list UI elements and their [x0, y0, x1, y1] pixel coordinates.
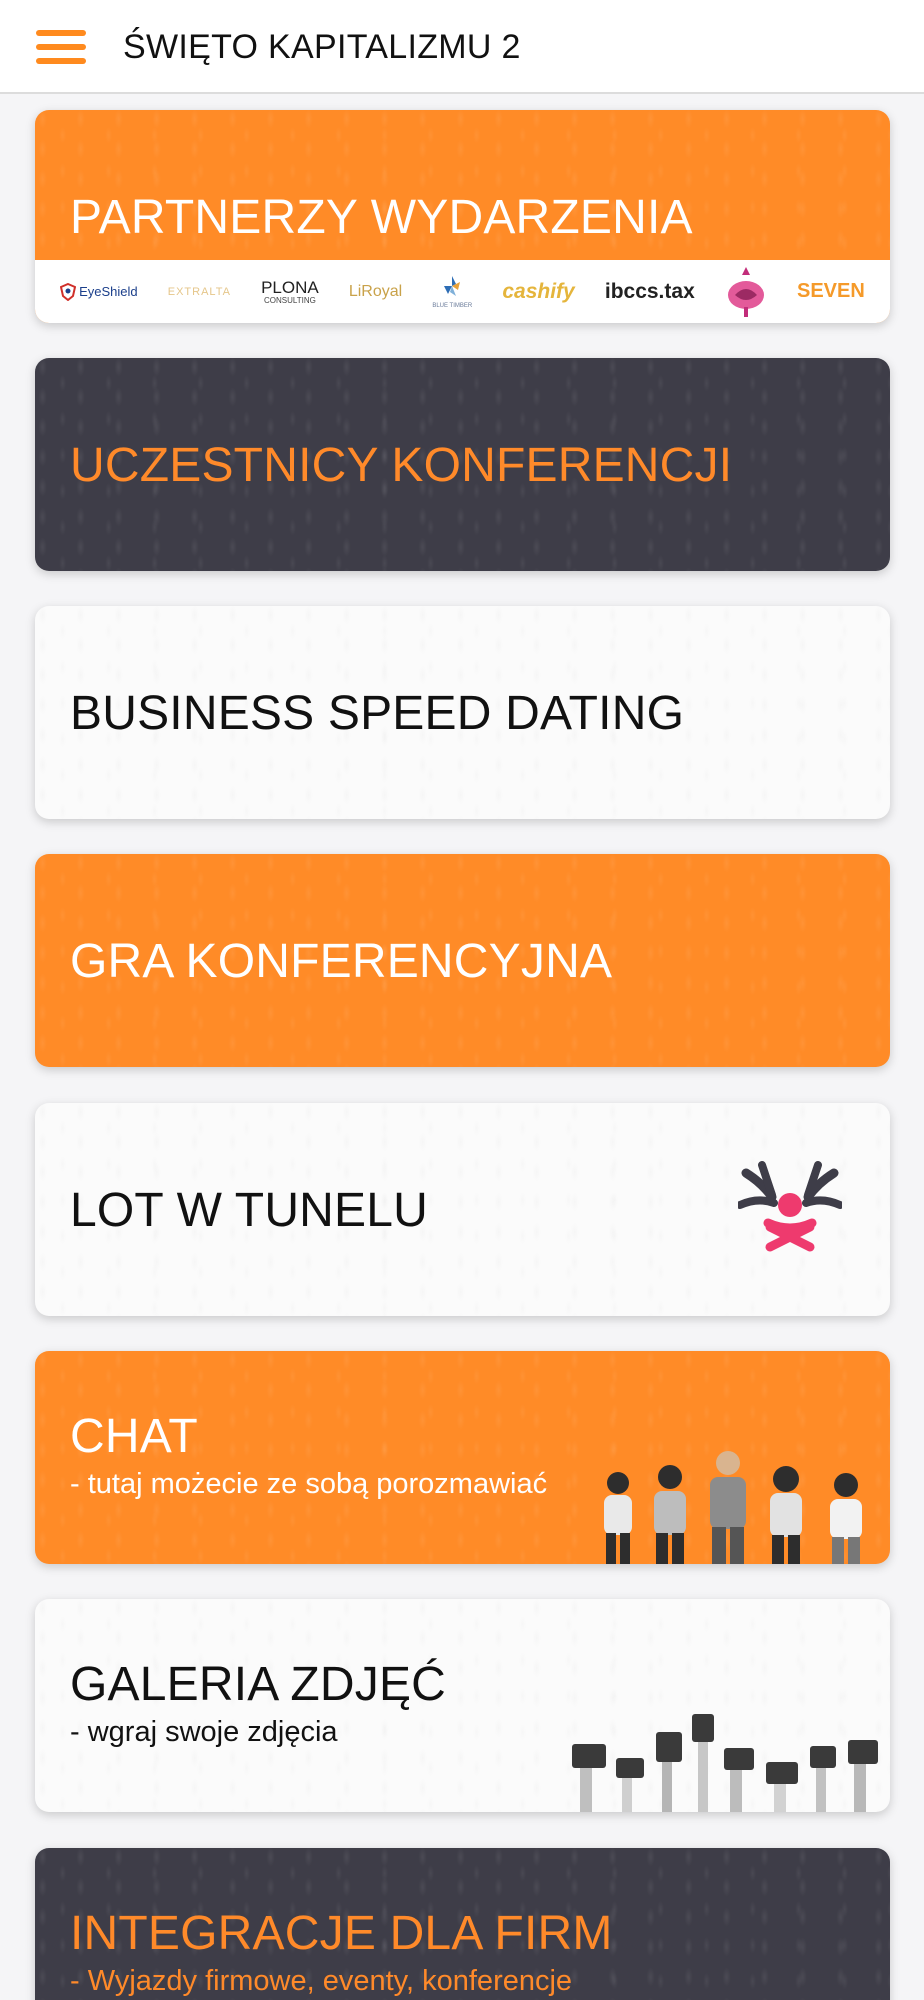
partner-logo-cashify: cashify	[502, 279, 575, 303]
speed-dating-card[interactable]: BUSINESS SPEED DATING	[35, 606, 890, 819]
photo-gallery-card[interactable]: GALERIA ZDJĘĆ - wgraj swoje zdjęcia	[35, 1599, 890, 1812]
company-integrations-card[interactable]: INTEGRACJE DLA FIRM - Wyjazdy firmowe, e…	[35, 1848, 890, 2000]
participants-card[interactable]: UCZESTNICY KONFERENCJI	[35, 358, 890, 571]
conference-game-card-title: GRA KONFERENCYJNA	[70, 935, 613, 988]
chat-card-subtitle: - tutaj możecie ze sobą porozmawiać	[70, 1468, 548, 1500]
partner-logo-seven: SEVEN	[797, 280, 865, 302]
speed-dating-card-title: BUSINESS SPEED DATING	[70, 687, 685, 740]
hands-with-cameras-image	[560, 1702, 890, 1812]
chat-card[interactable]: CHAT - tutaj możecie ze sobą porozmawiać	[35, 1351, 890, 1564]
partners-logo-strip: EyeShield EXTRALTA PLONA CONSULTING LiRo…	[35, 260, 890, 323]
partner-logo-ibccs: ibccs.tax	[604, 279, 695, 303]
company-integrations-card-title: INTEGRACJE DLA FIRM	[70, 1907, 613, 1960]
partner-logo-eyeshield: EyeShield	[60, 282, 138, 301]
tunnel-flyer-icon	[736, 1161, 844, 1257]
company-integrations-card-subtitle: - Wyjazdy firmowe, eventy, konferencje	[70, 1965, 573, 1997]
partners-card[interactable]: PARTNERZY WYDARZENIA EyeShield EXTRALTA …	[35, 110, 890, 323]
partner-logo-blue-timber: BLUE TIMBER	[432, 274, 472, 309]
people-with-phones-image	[590, 1449, 890, 1564]
partner-logo-queen	[725, 265, 767, 319]
partner-logo-liroyal: LiRoyal	[348, 282, 403, 300]
partner-logo-extralta: EXTRALTA	[167, 285, 231, 298]
partners-card-title: PARTNERZY WYDARZENIA	[70, 191, 693, 244]
participants-card-title: UCZESTNICY KONFERENCJI	[70, 439, 733, 492]
app-header: ŚWIĘTO KAPITALIZMU 2	[0, 0, 924, 94]
wind-tunnel-card-title: LOT W TUNELU	[70, 1184, 429, 1237]
hamburger-menu-icon[interactable]	[36, 30, 86, 64]
partner-logo-plona: PLONA CONSULTING	[261, 277, 319, 305]
chat-card-title: CHAT	[70, 1410, 198, 1463]
photo-gallery-card-title: GALERIA ZDJĘĆ	[70, 1658, 447, 1711]
app-title: ŚWIĘTO KAPITALIZMU 2	[123, 28, 521, 66]
photo-gallery-card-subtitle: - wgraj swoje zdjęcia	[70, 1716, 338, 1748]
wind-tunnel-card[interactable]: LOT W TUNELU	[35, 1103, 890, 1316]
conference-game-card[interactable]: GRA KONFERENCYJNA	[35, 854, 890, 1067]
